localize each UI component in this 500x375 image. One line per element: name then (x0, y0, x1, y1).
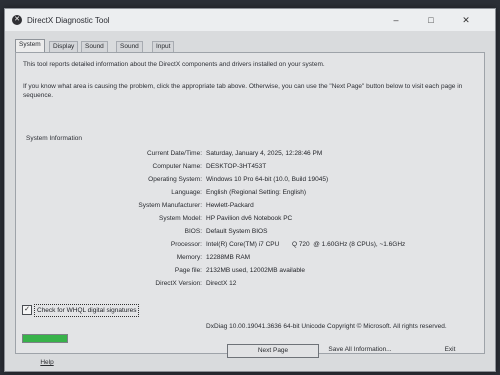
tab-display[interactable]: Display (49, 41, 79, 52)
tab-system[interactable]: System (15, 39, 45, 52)
info-row-computer-name: Computer Name: DESKTOP-3HT453T (36, 162, 476, 172)
info-label: Processor: (170, 241, 202, 248)
save-all-information-button[interactable]: Save All Information... (323, 344, 397, 356)
info-value: HP Pavilion dv6 Notebook PC (206, 215, 293, 222)
title-bar[interactable]: ✕ DirectX Diagnostic Tool – □ ✕ (5, 9, 495, 31)
info-row-manufacturer: System Manufacturer: Hewlett-Packard (36, 201, 476, 211)
info-row-datetime: Current Date/Time: Saturday, January 4, … (36, 149, 476, 159)
info-value: 12288MB RAM (206, 254, 251, 261)
info-row-processor: Processor: Intel(R) Core(TM) i7 CPU Q 72… (36, 240, 476, 250)
info-label: BIOS: (184, 228, 202, 235)
minimize-button[interactable]: – (382, 13, 410, 27)
whql-checkbox-label[interactable]: Check for WHQL digital signatures (34, 304, 140, 317)
info-row-directx-version: DirectX Version: DirectX 12 (36, 279, 476, 289)
info-label: Current Date/Time: (146, 150, 202, 157)
intro-text-2: If you know what area is causing the pro… (23, 83, 463, 99)
info-value: Windows 10 Pro 64-bit (10.0, Build 19045… (206, 176, 329, 183)
whql-checkbox[interactable]: ✓ (22, 305, 32, 315)
info-label: Page file: (174, 267, 202, 274)
info-value: 2132MB used, 12002MB available (206, 267, 306, 274)
info-row-model: System Model: HP Pavilion dv6 Notebook P… (36, 214, 476, 224)
system-information-heading: System Information (26, 135, 82, 142)
info-label: Memory: (176, 254, 202, 261)
info-label: System Manufacturer: (138, 202, 202, 209)
tab-sound-1[interactable]: Sound 1 (81, 41, 108, 60)
info-value: English (Regional Setting: English) (206, 189, 307, 196)
dxdiag-window: ✕ DirectX Diagnostic Tool – □ ✕ System D… (4, 8, 496, 372)
info-value: Default System BIOS (206, 228, 268, 235)
tab-input[interactable]: Input (152, 41, 175, 52)
info-value: DirectX 12 (206, 280, 237, 287)
info-value: Intel(R) Core(TM) i7 CPU Q 720 @ 1.60GHz… (206, 241, 406, 248)
info-row-os: Operating System: Windows 10 Pro 64-bit … (36, 175, 476, 185)
close-button[interactable]: ✕ (452, 13, 480, 27)
info-label: Language: (171, 189, 202, 196)
info-row-page-file: Page file: 2132MB used, 12002MB availabl… (36, 266, 476, 276)
info-value: DESKTOP-3HT453T (206, 163, 267, 170)
next-page-button[interactable]: Next Page (227, 344, 319, 358)
info-label: DirectX Version: (155, 280, 202, 287)
info-row-bios: BIOS: Default System BIOS (36, 227, 476, 237)
info-label: System Model: (159, 215, 202, 222)
exit-button[interactable]: Exit (430, 344, 470, 356)
intro-text-1: This tool reports detailed information a… (23, 61, 325, 68)
progress-bar (22, 334, 68, 343)
info-row-memory: Memory: 12288MB RAM (36, 253, 476, 263)
info-label: Computer Name: (152, 163, 203, 170)
window-title: DirectX Diagnostic Tool (27, 16, 110, 25)
dxdiag-version-text: DxDiag 10.00.19041.3636 64-bit Unicode C… (206, 323, 447, 330)
info-value: Hewlett-Packard (206, 202, 254, 209)
info-value: Saturday, January 4, 2025, 12:28:46 PM (206, 150, 323, 157)
maximize-button[interactable]: □ (417, 13, 445, 27)
help-button[interactable]: Help (35, 357, 59, 369)
progress-bar-fill (23, 335, 67, 342)
dxdiag-app-icon: ✕ (12, 15, 22, 25)
system-tab-panel: This tool reports detailed information a… (15, 52, 485, 354)
tab-sound-2[interactable]: Sound 2 (116, 41, 143, 60)
info-row-language: Language: English (Regional Setting: Eng… (36, 188, 476, 198)
info-label: Operating System: (148, 176, 202, 183)
